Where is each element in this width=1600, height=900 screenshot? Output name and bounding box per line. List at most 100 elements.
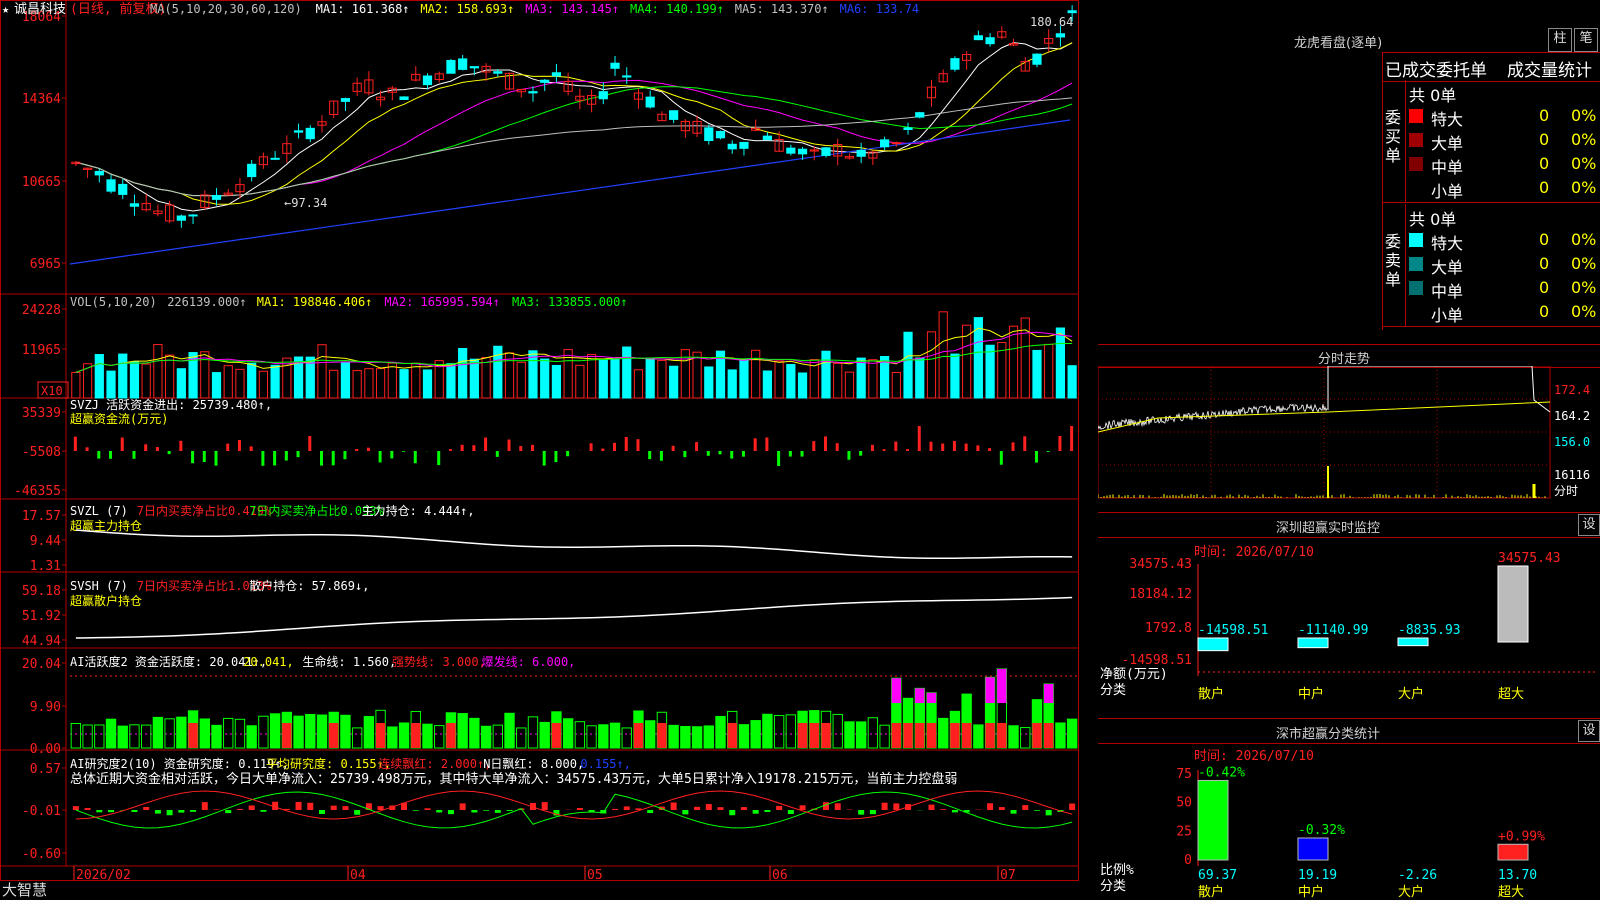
- svzj-bar: [988, 448, 992, 451]
- ai1-red-base: [282, 723, 292, 748]
- classify-category: 大户: [1398, 884, 1424, 900]
- volume-bar: [903, 331, 913, 399]
- ai1-y-tick-label: 0.00: [30, 742, 61, 757]
- vol-header-item: MA2: 165995.594↑: [384, 295, 500, 309]
- intraday-vol-unit: 分时: [1554, 484, 1578, 498]
- candle-body: [540, 79, 550, 83]
- volume-bar: [751, 349, 761, 399]
- classify-settings-button[interactable]: 设: [1578, 720, 1600, 742]
- svsh-line: [75, 596, 1073, 639]
- volume-bar: [797, 372, 808, 399]
- classify-ylabel2: 分类: [1100, 879, 1126, 894]
- svzj-bar: [765, 437, 769, 451]
- candle-body: [118, 183, 128, 195]
- order-size-label: 中单: [1431, 282, 1464, 301]
- order-swatch: [1409, 133, 1423, 147]
- svzl-y-tick-label: 9.44: [30, 534, 61, 549]
- svzj-bar: [1011, 442, 1015, 451]
- volume-bar: [563, 349, 573, 399]
- ai1-bar: [609, 722, 621, 749]
- svzj-bar: [894, 441, 898, 451]
- volume-bar: [176, 368, 186, 399]
- classify-value-label: -2.26: [1398, 868, 1437, 883]
- volume-bar: [540, 358, 550, 399]
- volume-bar: [727, 369, 737, 399]
- order-swatch: [1409, 109, 1423, 123]
- ai1-red-base: [411, 723, 421, 748]
- volume-bar: [622, 346, 632, 399]
- ai2-bar: [834, 803, 841, 810]
- monitor-bar: [1397, 637, 1429, 647]
- ai2-bar: [236, 808, 243, 810]
- volume-bar: [129, 361, 140, 399]
- svzj-bar: [413, 451, 417, 464]
- ai1-bar: [598, 724, 609, 749]
- candle-body: [821, 147, 831, 156]
- ai1-red-base: [985, 723, 995, 748]
- vol-y-tick-label: 11965: [22, 343, 61, 358]
- ai1-bar: [351, 727, 363, 749]
- tab-entrusted[interactable]: 已成交委托单: [1385, 56, 1487, 81]
- svzj-bar: [179, 440, 183, 451]
- ai1-bar: [223, 717, 234, 749]
- ai1-magenta-top: [926, 692, 937, 703]
- volume-bar: [551, 364, 562, 399]
- price-ma6-line: [69, 119, 1071, 265]
- volume-bar: [821, 350, 831, 399]
- ai2-bar: [483, 810, 490, 811]
- ai1-bar: [82, 724, 93, 749]
- monitor-bar: [1297, 637, 1329, 649]
- volume-bar: [1008, 325, 1019, 399]
- svzj-bar: [812, 441, 816, 451]
- order-count: 0: [1539, 254, 1550, 273]
- monitor-y-tick: -14598.51: [1122, 653, 1192, 668]
- svzj-bar: [917, 426, 921, 451]
- svsh-header-item: SVSH (7): [70, 579, 128, 593]
- classify-category: 中户: [1298, 884, 1324, 900]
- ai2-header-item: 连续飘红: 2.000↑,: [378, 756, 491, 771]
- ai1-bar: [492, 724, 504, 749]
- svzj-bar: [460, 444, 464, 451]
- volume-bar: [833, 362, 843, 399]
- ai1-red-base: [915, 723, 925, 748]
- ai1-bar: [387, 726, 398, 749]
- ai2-bar: [928, 804, 935, 810]
- vol-unit: X10: [41, 384, 63, 398]
- volume-bar: [868, 359, 878, 399]
- main-chart[interactable]: 1806414364106656965★ 诚昌科技 (日线, 前复权)MA(5,10…: [0, 0, 1098, 900]
- order-percent: 0%: [1571, 106, 1597, 125]
- ai1-bar: [785, 714, 797, 749]
- classify-change-label: -0.42%: [1198, 765, 1245, 780]
- order-size-label: 中单: [1431, 158, 1464, 177]
- order-swatch: [1409, 257, 1423, 271]
- svzj-bar: [613, 442, 617, 451]
- ai1-bar: [457, 713, 468, 749]
- monitor-settings-button[interactable]: 设: [1578, 514, 1600, 536]
- ai1-bar: [973, 724, 984, 749]
- intraday-chart[interactable]: 172.4 164.2 156.0 16116 分时: [1098, 366, 1600, 510]
- x-axis-label: 2026/02: [76, 868, 131, 883]
- ai1-bar: [422, 723, 433, 749]
- svzj-bar: [788, 451, 792, 457]
- ai1-magenta-top: [985, 677, 995, 703]
- classify-header: 深市超赢分类统计 设: [1098, 718, 1600, 744]
- monitor-ylabel: 净额(万元): [1100, 667, 1168, 682]
- volume-bar: [153, 344, 163, 399]
- candle-body: [786, 147, 796, 154]
- pen-mode-button[interactable]: 笔: [1574, 28, 1598, 52]
- ai2-bar: [623, 806, 630, 810]
- intraday-vol-tick: 16116: [1554, 468, 1590, 482]
- svzj-bar: [566, 451, 570, 457]
- tab-volume-stats[interactable]: 成交量统计: [1507, 56, 1592, 81]
- ai1-magenta-top: [1044, 683, 1054, 703]
- ai1-y-tick-label: 9.90: [30, 700, 61, 715]
- intraday-y-tick: 156.0: [1554, 435, 1590, 449]
- ai2-bar: [154, 810, 161, 814]
- ai2-y-tick-label: 0.57: [30, 762, 61, 777]
- ai1-bar: [117, 725, 128, 749]
- intraday-gap-line: [1327, 366, 1551, 413]
- svzj-bar: [835, 443, 839, 451]
- candle-body: [293, 130, 304, 133]
- svzj-bar: [1070, 426, 1074, 451]
- bar-mode-button[interactable]: 柱: [1548, 28, 1572, 52]
